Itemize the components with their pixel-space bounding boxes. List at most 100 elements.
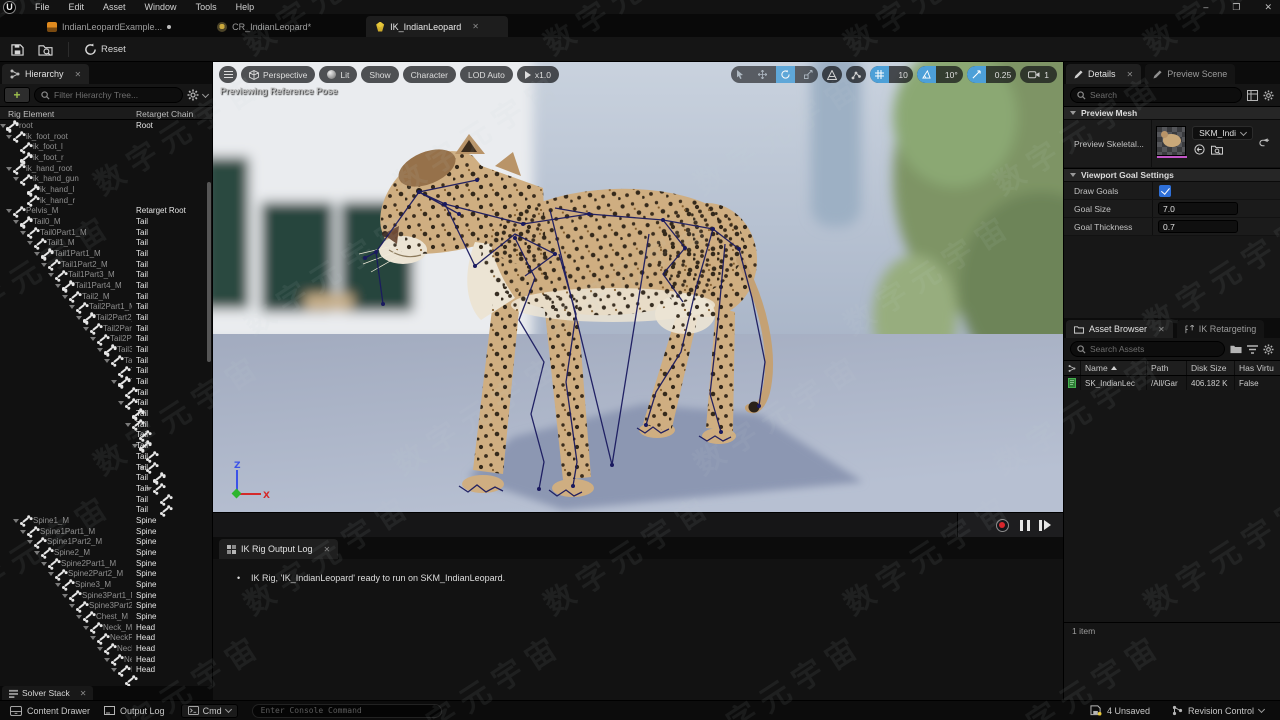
expander-arrow-icon[interactable] bbox=[13, 220, 19, 224]
unreal-logo-icon[interactable]: U bbox=[3, 1, 16, 14]
folder-filter-button[interactable] bbox=[1230, 344, 1242, 354]
browse-to-asset-icon-button[interactable] bbox=[1211, 144, 1223, 155]
hierarchy-row[interactable]: Tail4_MTail bbox=[0, 397, 212, 408]
expander-arrow-icon[interactable] bbox=[20, 231, 26, 235]
expander-arrow-icon[interactable] bbox=[6, 135, 12, 139]
expander-arrow-icon[interactable] bbox=[76, 615, 82, 619]
expander-arrow-icon[interactable] bbox=[41, 263, 47, 267]
save-button[interactable] bbox=[4, 40, 31, 59]
details-settings-button[interactable] bbox=[1263, 90, 1274, 101]
expander-arrow-icon[interactable] bbox=[6, 167, 12, 171]
expander-arrow-icon[interactable] bbox=[69, 604, 75, 608]
expander-arrow-icon[interactable] bbox=[55, 284, 61, 288]
hierarchy-row[interactable]: Tail4Part4_MTail bbox=[0, 440, 212, 451]
hierarchy-row[interactable]: Chest_MSpine bbox=[0, 611, 212, 622]
cmd-selector[interactable]: Cmd bbox=[181, 704, 238, 718]
close-tab-icon[interactable]: ✕ bbox=[75, 70, 82, 79]
expander-arrow-icon[interactable] bbox=[48, 572, 54, 576]
hierarchy-row[interactable]: Tail5Part4_MTail bbox=[0, 494, 212, 505]
expander-arrow-icon[interactable] bbox=[41, 562, 47, 566]
hierarchy-row[interactable]: Tail5Part2_MTail bbox=[0, 472, 212, 483]
expander-arrow-icon[interactable] bbox=[34, 252, 40, 256]
expander-arrow-icon[interactable] bbox=[83, 327, 89, 331]
viewport-options-button[interactable] bbox=[219, 66, 237, 83]
column-name[interactable]: Name bbox=[1081, 361, 1147, 375]
hierarchy-row[interactable]: Pelvis_MRetarget Root bbox=[0, 205, 212, 216]
use-selected-asset-button[interactable] bbox=[1194, 144, 1205, 155]
expander-arrow-icon[interactable] bbox=[104, 359, 110, 363]
lit-button[interactable]: Lit bbox=[319, 66, 357, 83]
hierarchy-row[interactable]: Tail3Part1_MTail bbox=[0, 355, 212, 366]
expander-arrow-icon[interactable] bbox=[83, 626, 89, 630]
window-maximize-button[interactable]: ❐ bbox=[1232, 2, 1240, 13]
hierarchy-row[interactable]: Spine2_MSpine bbox=[0, 547, 212, 558]
hierarchy-row[interactable]: Spine2Part2_MSpine bbox=[0, 568, 212, 579]
hierarchy-row[interactable]: ik_foot_r bbox=[0, 152, 212, 163]
expander-arrow-icon[interactable] bbox=[76, 316, 82, 320]
perspective-button[interactable]: Perspective bbox=[241, 66, 315, 83]
hierarchy-row[interactable]: Tail4Part3_MTail bbox=[0, 429, 212, 440]
3d-viewport[interactable]: Z X Previewing Reference Pose Perspectiv… bbox=[213, 62, 1063, 512]
column-rig-element[interactable]: Rig Element bbox=[8, 109, 54, 119]
hierarchy-row[interactable]: Tail1Part1_MTail bbox=[0, 248, 212, 259]
menu-window[interactable]: Window bbox=[145, 2, 177, 12]
details-search-input[interactable] bbox=[1090, 90, 1235, 100]
hierarchy-row[interactable]: Tail2Part3_MTail bbox=[0, 323, 212, 334]
mesh-thumbnail[interactable] bbox=[1156, 126, 1186, 156]
expander-arrow-icon[interactable] bbox=[6, 209, 12, 213]
expander-arrow-icon[interactable] bbox=[104, 658, 110, 662]
hierarchy-row[interactable]: Tail3Part4_MTail bbox=[0, 387, 212, 398]
details-search[interactable] bbox=[1070, 87, 1242, 103]
hierarchy-row[interactable]: Tail5Part1_MTail bbox=[0, 462, 212, 473]
category-preview-mesh[interactable]: Preview Mesh bbox=[1064, 106, 1280, 120]
hierarchy-row[interactable]: Tail2Part1_MTail bbox=[0, 301, 212, 312]
hierarchy-row[interactable]: ik_foot_root bbox=[0, 131, 212, 142]
rotate-tool-button[interactable] bbox=[776, 66, 795, 83]
expander-arrow-icon[interactable] bbox=[62, 295, 68, 299]
hierarchy-row[interactable]: Spine2Part1_MSpine bbox=[0, 558, 212, 569]
tab-asset-browser[interactable]: Asset Browser ✕ bbox=[1066, 320, 1173, 338]
tab-ik-retargeting[interactable]: IK Retargeting bbox=[1177, 320, 1265, 338]
menu-edit[interactable]: Edit bbox=[69, 2, 85, 12]
close-tab-icon[interactable]: ✕ bbox=[1158, 325, 1165, 334]
expander-arrow-icon[interactable] bbox=[90, 636, 96, 640]
expander-arrow-icon[interactable] bbox=[125, 423, 131, 427]
close-tab-icon[interactable]: ✕ bbox=[324, 545, 331, 554]
menu-help[interactable]: Help bbox=[236, 2, 255, 12]
tab-indianleopardexample[interactable]: IndianLeopardExample... bbox=[38, 16, 180, 37]
lod-auto-button[interactable]: LOD Auto bbox=[460, 66, 513, 83]
scale-snap-control[interactable]: 0.25 bbox=[967, 66, 1017, 83]
hierarchy-row[interactable]: Tail4Part1_MTail bbox=[0, 408, 212, 419]
reset-button[interactable]: Reset bbox=[77, 40, 133, 59]
hierarchy-row[interactable]: Spine1Part2_MSpine bbox=[0, 536, 212, 547]
grid-snap-control[interactable]: 10 bbox=[870, 66, 912, 83]
hierarchy-row[interactable]: ik_hand_r bbox=[0, 195, 212, 206]
hierarchy-row[interactable]: Head_MHead bbox=[0, 664, 212, 675]
add-element-button[interactable]: + bbox=[4, 87, 30, 103]
hierarchy-scrollbar[interactable] bbox=[207, 182, 211, 362]
window-close-button[interactable]: ✕ bbox=[1264, 2, 1272, 13]
hierarchy-row[interactable]: Spine3_MSpine bbox=[0, 579, 212, 590]
hierarchy-filter-input[interactable] bbox=[54, 90, 176, 100]
hierarchy-row[interactable]: Neck1_MHead bbox=[0, 643, 212, 654]
asset-settings-button[interactable] bbox=[1263, 344, 1274, 355]
column-path[interactable]: Path bbox=[1147, 361, 1187, 375]
rotation-snap-control[interactable]: 10° bbox=[917, 66, 963, 83]
camera-speed-control[interactable]: 1 bbox=[1020, 66, 1057, 83]
menu-tools[interactable]: Tools bbox=[196, 2, 217, 12]
close-tab-icon[interactable]: ✕ bbox=[472, 22, 479, 31]
asset-row-sk-indianleopard[interactable]: SK_IndianLec /All/Gar 406.182 K False bbox=[1064, 376, 1280, 390]
expander-arrow-icon[interactable] bbox=[13, 519, 19, 523]
playback-speed-button[interactable]: x1.0 bbox=[517, 66, 559, 83]
hierarchy-row[interactable]: Tail3Part2_MTail bbox=[0, 365, 212, 376]
hierarchy-row[interactable]: Spine1Part1_MSpine bbox=[0, 526, 212, 537]
record-button[interactable] bbox=[996, 519, 1009, 532]
asset-search[interactable] bbox=[1070, 341, 1225, 357]
expander-arrow-icon[interactable] bbox=[90, 337, 96, 341]
console-command-input[interactable] bbox=[252, 704, 442, 718]
close-tab-icon[interactable]: ✕ bbox=[1127, 70, 1134, 79]
filter-button[interactable] bbox=[1247, 345, 1258, 354]
expander-arrow-icon[interactable] bbox=[13, 177, 19, 181]
tab-solver-stack[interactable]: Solver Stack ✕ bbox=[2, 686, 93, 700]
hierarchy-row[interactable]: Tail0Part1_MTail bbox=[0, 227, 212, 238]
